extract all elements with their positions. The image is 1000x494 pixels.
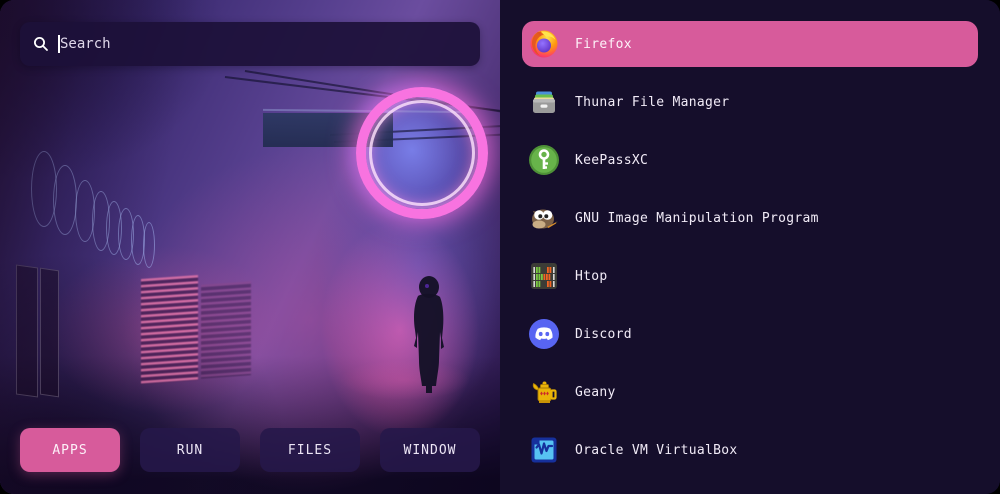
text-caret	[58, 35, 60, 53]
app-label: Discord	[575, 327, 632, 342]
discord-icon	[528, 318, 560, 350]
app-label: GNU Image Manipulation Program	[575, 211, 819, 226]
thunar-icon	[528, 86, 560, 118]
app-row-htop[interactable]: Htop	[522, 253, 978, 299]
gimp-icon	[528, 202, 560, 234]
app-row-oracle-vm-virtualbox[interactable]: Oracle VM VirtualBox	[522, 427, 978, 473]
search-input[interactable]	[58, 36, 467, 52]
htop-icon	[528, 260, 560, 292]
search-icon	[33, 36, 49, 52]
app-label: Htop	[575, 269, 608, 284]
tab-label: APPS	[52, 443, 87, 458]
tab-label: WINDOW	[404, 443, 457, 458]
geany-icon	[528, 376, 560, 408]
firefox-icon	[528, 28, 560, 60]
launcher-window: APPSRUNFILESWINDOW Firefox Thunar F	[0, 0, 1000, 494]
tab-label: RUN	[177, 443, 203, 458]
left-panel: APPS RUN FILES WINDOW	[0, 0, 500, 494]
tab-label: FILES	[288, 443, 332, 458]
app-list: Firefox Thunar File Manager KeePassXC	[500, 0, 1000, 494]
app-label: Thunar File Manager	[575, 95, 729, 110]
app-label: KeePassXC	[575, 153, 648, 168]
tabs-bar: APPS RUN FILES WINDOW	[20, 428, 480, 472]
tab-window[interactable]: WINDOW	[380, 428, 480, 472]
app-label: Oracle VM VirtualBox	[575, 443, 738, 458]
app-row-gnu-image-manipulation-program[interactable]: GNU Image Manipulation Program	[522, 195, 978, 241]
app-row-geany[interactable]: Geany	[522, 369, 978, 415]
tab-apps[interactable]: APPS	[20, 428, 120, 472]
app-row-keepassxc[interactable]: KeePassXC	[522, 137, 978, 183]
app-label: Geany	[575, 385, 616, 400]
wall-shade-decor	[0, 0, 500, 494]
tab-files[interactable]: FILES	[260, 428, 360, 472]
keepassxc-icon	[528, 144, 560, 176]
app-row-firefox[interactable]: Firefox	[522, 21, 978, 67]
virtualbox-icon	[528, 434, 560, 466]
app-label: Firefox	[575, 37, 632, 52]
app-row-thunar-file-manager[interactable]: Thunar File Manager	[522, 79, 978, 125]
tab-run[interactable]: RUN	[140, 428, 240, 472]
search-bar	[20, 22, 480, 66]
app-row-discord[interactable]: Discord	[522, 311, 978, 357]
